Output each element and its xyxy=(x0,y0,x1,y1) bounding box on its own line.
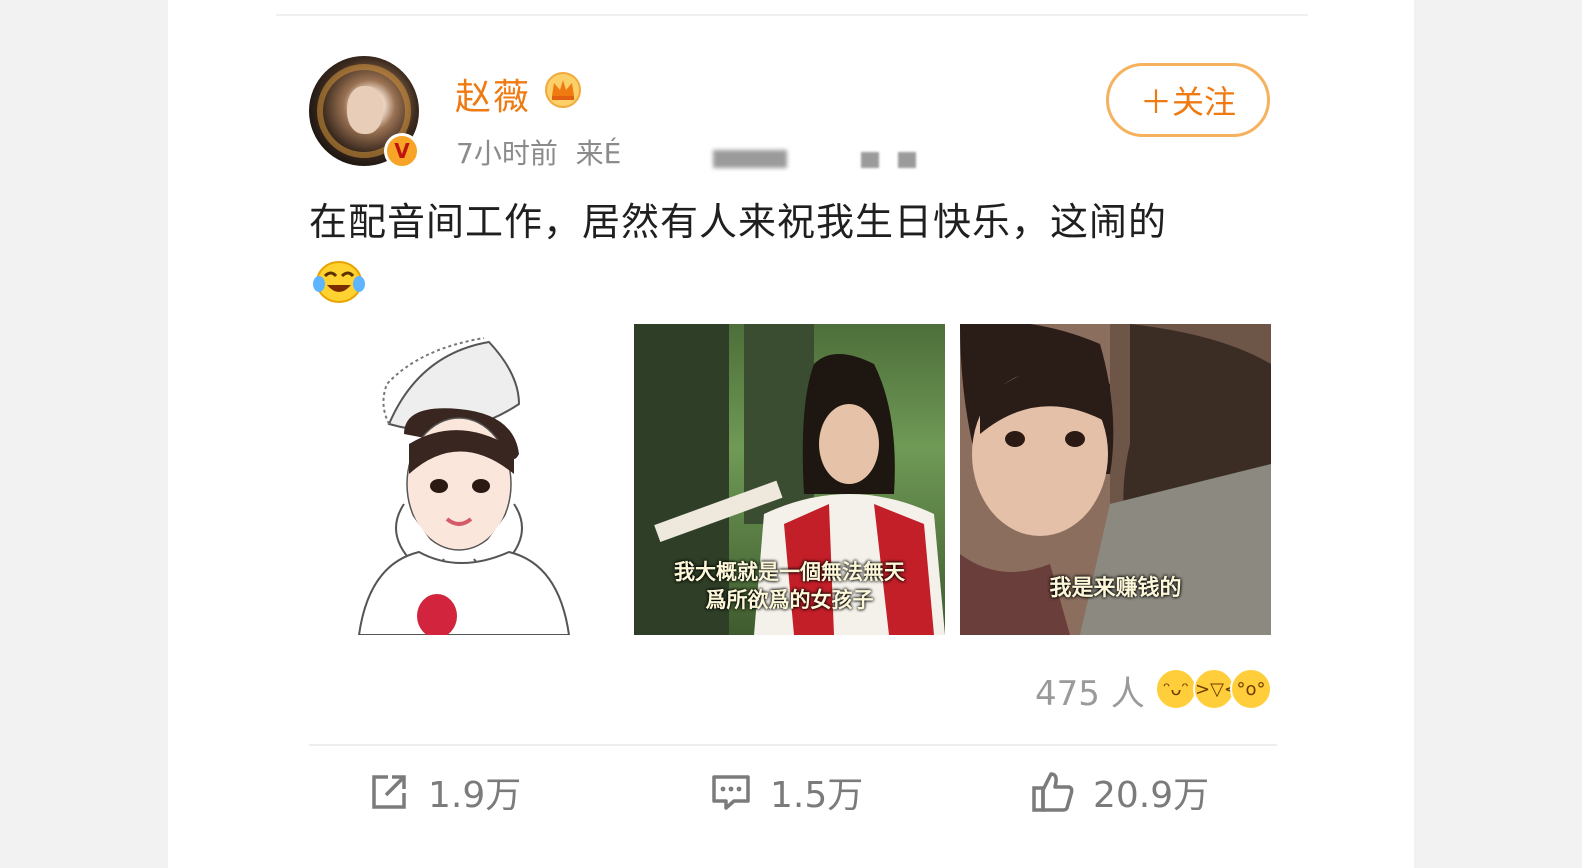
post-source: 来É xyxy=(575,137,622,170)
redacted-block xyxy=(898,152,916,168)
image-caption-line-2: 爲所欲爲的女孩子 xyxy=(705,587,874,612)
verified-badge-icon: V xyxy=(384,133,420,169)
avatar-face xyxy=(347,86,383,134)
repost-icon xyxy=(372,775,406,809)
actions-divider xyxy=(309,744,1277,746)
source-fade xyxy=(650,132,710,172)
post-text: 在配音间工作，居然有人来祝我生日快乐，这闹的 xyxy=(309,200,1168,244)
redacted-block xyxy=(713,150,787,168)
surprised-emoji-icon: °o° xyxy=(1230,668,1272,710)
top-divider xyxy=(276,14,1308,16)
like-button[interactable]: 20.9万 xyxy=(1031,766,1209,818)
comment-count: 1.5万 xyxy=(770,775,864,816)
post-time: 7小时前 xyxy=(456,137,558,170)
post-image-illustration[interactable] xyxy=(309,324,620,635)
crown-icon xyxy=(545,72,581,108)
laugh-cry-emoji-icon xyxy=(313,261,365,303)
redacted-block xyxy=(861,152,879,168)
illustration-drawing xyxy=(357,337,571,635)
image-caption-line-1: 我大概就是一個無法無天 xyxy=(674,559,905,584)
reaction-count[interactable]: 475 人 xyxy=(1035,666,1145,715)
follow-label: ＋关注 xyxy=(1139,83,1236,121)
follow-button[interactable]: ＋关注 xyxy=(1106,63,1270,137)
grin-emoji-icon: ᵔᴗᵔ xyxy=(1155,668,1197,710)
comment-icon xyxy=(712,775,750,810)
repost-button[interactable]: 1.9万 xyxy=(368,766,521,818)
post-meta: 7小时前 来É xyxy=(456,132,621,172)
like-count: 20.9万 xyxy=(1093,775,1210,816)
post-image-drama-still-1[interactable]: 我大概就是一個無法無天 爲所欲爲的女孩子 xyxy=(634,324,945,635)
thumbs-up-icon xyxy=(1032,772,1074,812)
username[interactable]: 赵薇 xyxy=(455,68,531,120)
repost-count: 1.9万 xyxy=(428,775,522,816)
image-caption: 我是来赚钱的 xyxy=(1049,576,1182,601)
comment-button[interactable]: 1.5万 xyxy=(710,766,863,818)
laugh-emoji-icon: >▽< xyxy=(1193,668,1239,710)
post-image-drama-still-2[interactable]: 我是来赚钱的 xyxy=(960,324,1271,635)
